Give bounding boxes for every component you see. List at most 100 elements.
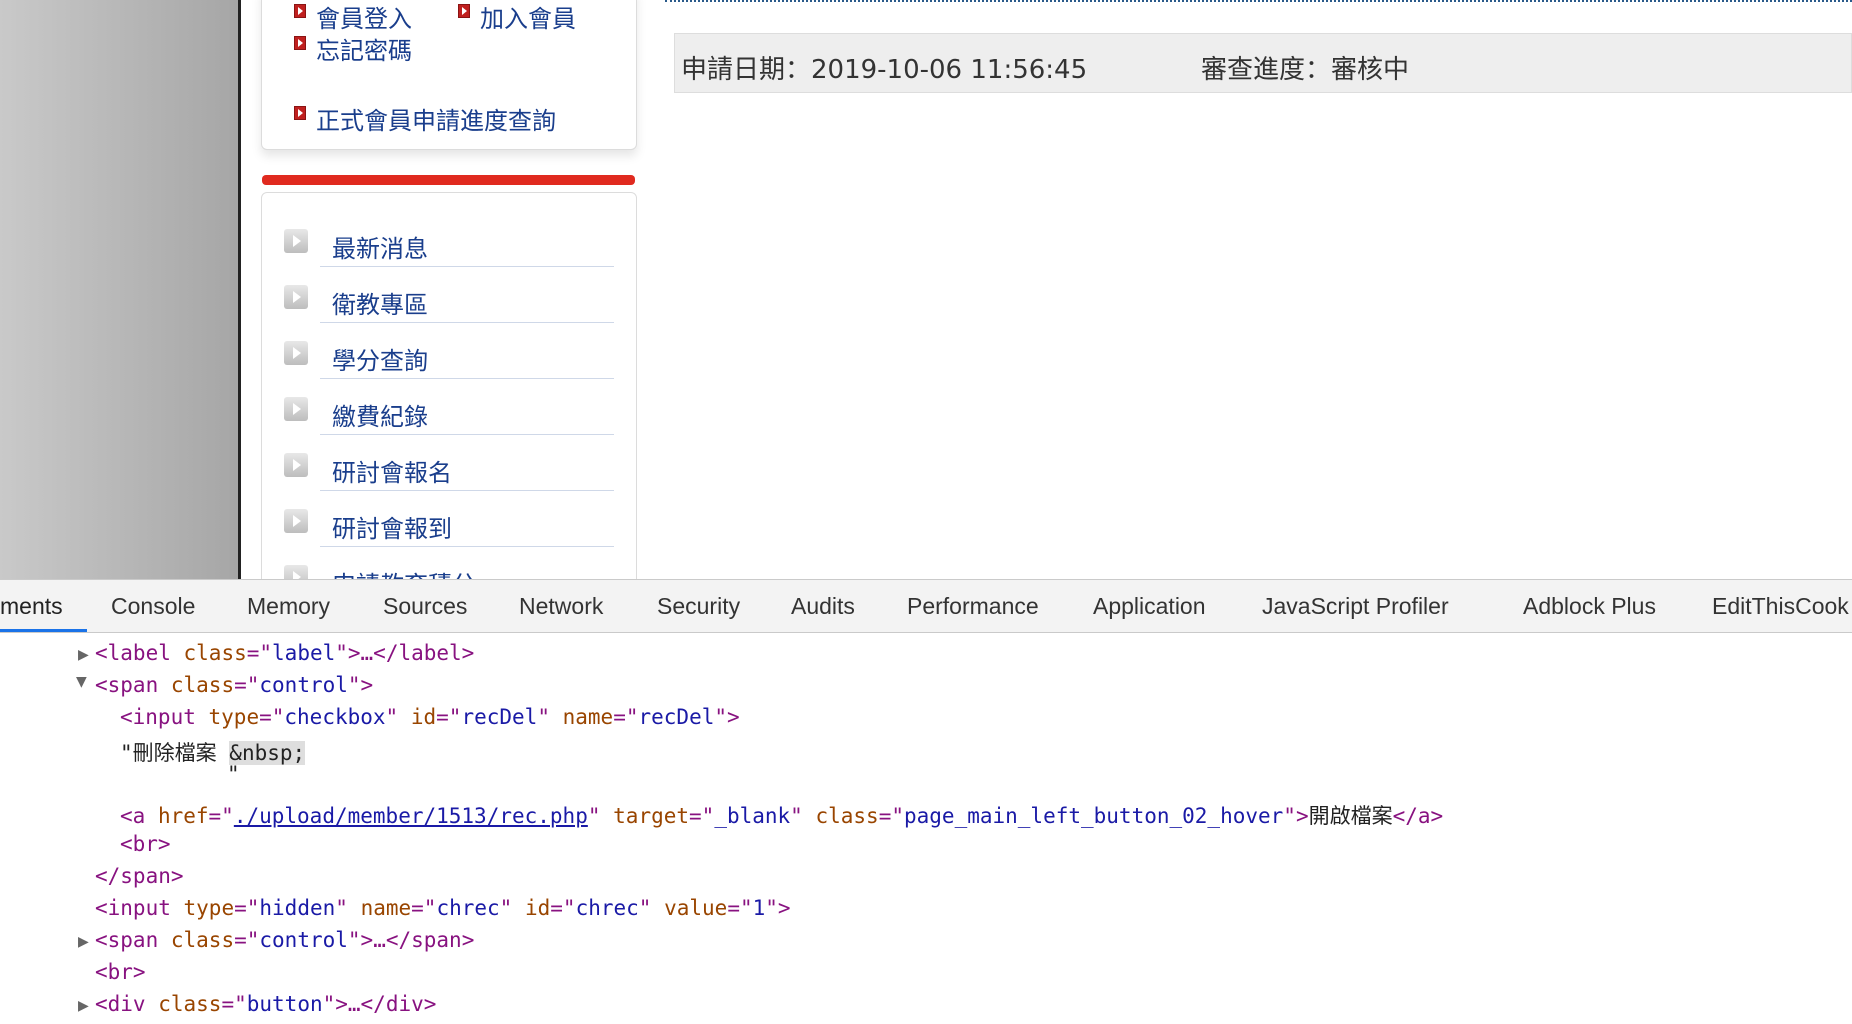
tag-open: <label xyxy=(95,641,171,665)
attr-eq: =" xyxy=(550,896,576,920)
menu-item-seminar-registration[interactable]: 研討會報名 xyxy=(284,447,614,491)
tab-adblock-plus[interactable]: Adblock Plus xyxy=(1523,593,1656,620)
attr-eq: =" xyxy=(208,804,234,828)
arrow-icon xyxy=(284,229,308,253)
attr-eq: =" xyxy=(221,992,247,1016)
attr-eq: =" xyxy=(234,928,260,952)
attr-name: class xyxy=(183,641,247,665)
expand-triangle-icon[interactable]: ▶ xyxy=(78,647,89,663)
divider xyxy=(320,266,614,267)
menu-item-label: 研討會報名 xyxy=(332,459,452,487)
arrow-icon xyxy=(284,509,308,533)
dotted-divider xyxy=(665,0,1852,5)
dom-line-span-control[interactable]: <span class="control"> xyxy=(95,673,373,697)
tag-br: <br> xyxy=(120,832,171,856)
dom-line-text-node[interactable]: "刪除檔案 &nbsp; xyxy=(120,737,306,767)
attr-name: class xyxy=(170,928,235,952)
collapse-triangle-icon[interactable]: ▼ xyxy=(76,674,87,690)
attr-name: target xyxy=(613,804,690,828)
dom-line-anchor[interactable]: <a href="./upload/member/1513/rec.php" t… xyxy=(120,800,1443,830)
attr-value: _blank xyxy=(714,804,791,828)
red-divider xyxy=(262,175,635,185)
nbsp-entity: &nbsp; xyxy=(229,741,306,765)
tab-application[interactable]: Application xyxy=(1093,593,1206,620)
attr-value: control xyxy=(259,673,348,697)
attr-value: recDel xyxy=(638,705,715,729)
tab-sources[interactable]: Sources xyxy=(383,593,467,620)
review-progress: 審查進度：審核中 xyxy=(1201,55,1410,85)
menu-item-label: 繳費紀錄 xyxy=(332,403,428,431)
application-status-bar: 申請日期：2019-10-06 11:56:45 審查進度：審核中 xyxy=(674,33,1852,93)
dom-line-div-button[interactable]: <div class="button">…</div> xyxy=(95,992,436,1016)
dom-line-br[interactable]: <br> xyxy=(120,832,171,856)
anchor-text: 開啟檔案 xyxy=(1308,804,1393,828)
left-gutter xyxy=(0,0,241,579)
divider xyxy=(320,490,614,491)
join-member-link[interactable]: 加入會員 xyxy=(458,0,576,34)
dom-line-label[interactable]: <label class="label">…</label> xyxy=(95,641,474,665)
join-member-label: 加入會員 xyxy=(480,5,576,33)
screen: 會員登入 加入會員 忘記密碼 正式會員申請進度查詢 最新消息 衛教專區 學分查詢… xyxy=(0,0,1852,1024)
apply-date: 申請日期：2019-10-06 11:56:45 xyxy=(681,55,1088,85)
attr-quote: " xyxy=(638,896,652,920)
attr-value: hidden xyxy=(259,896,336,920)
forgot-password-label: 忘記密碼 xyxy=(316,37,412,65)
text-node: "刪除檔案 xyxy=(120,741,230,765)
tab-performance[interactable]: Performance xyxy=(907,593,1039,620)
attr-eq: =" xyxy=(727,896,753,920)
tag-close: ">…</span> xyxy=(347,928,475,952)
dom-line-input-hidden[interactable]: <input type="hidden" name="chrec" id="ch… xyxy=(95,896,791,920)
attr-value: recDel xyxy=(461,705,538,729)
attr-name: id xyxy=(524,896,551,920)
dom-line-text-quote: " xyxy=(227,762,240,786)
menu-item-seminar-checkin[interactable]: 研討會報到 xyxy=(284,503,614,547)
tag-close: "> xyxy=(765,896,791,920)
tab-elements[interactable]: ments xyxy=(0,593,63,620)
attr-quote: " xyxy=(537,705,550,729)
tag-end: </span> xyxy=(95,864,184,888)
tab-audits[interactable]: Audits xyxy=(791,593,855,620)
active-tab-indicator xyxy=(0,629,87,632)
tag-open: <span xyxy=(95,673,159,697)
tag-open: <span xyxy=(95,928,159,952)
menu-item-payment-records[interactable]: 繳費紀錄 xyxy=(284,391,614,435)
tag-close: "> xyxy=(1283,804,1309,828)
attr-eq: =" xyxy=(234,896,260,920)
arrow-icon xyxy=(284,397,308,421)
member-login-label: 會員登入 xyxy=(316,5,412,33)
attr-name: type xyxy=(208,705,260,729)
expand-triangle-icon[interactable]: ▶ xyxy=(78,998,89,1014)
menu-item-health-education[interactable]: 衛教專區 xyxy=(284,279,614,323)
tab-editthiscookie[interactable]: EditThisCook xyxy=(1712,593,1849,620)
attr-eq: =" xyxy=(878,804,904,828)
dom-line-span-end[interactable]: </span> xyxy=(95,864,184,888)
dom-line-br-2[interactable]: <br> xyxy=(95,960,146,984)
forgot-password-link[interactable]: 忘記密碼 xyxy=(294,31,412,66)
dom-line-span-control-collapsed[interactable]: <span class="control">…</span> xyxy=(95,928,474,952)
tab-memory[interactable]: Memory xyxy=(247,593,330,620)
tab-javascript-profiler[interactable]: JavaScript Profiler xyxy=(1262,593,1449,620)
menu-item-news[interactable]: 最新消息 xyxy=(284,223,614,267)
bullet-icon xyxy=(458,3,470,18)
tab-network[interactable]: Network xyxy=(519,593,603,620)
devtools-panel: ments Console Memory Sources Network Sec… xyxy=(0,579,1852,1024)
menu-item-label: 最新消息 xyxy=(332,235,428,263)
arrow-icon xyxy=(284,453,308,477)
bullet-icon xyxy=(294,105,306,120)
menu-item-education-credits[interactable]: 申請教育積分 xyxy=(284,559,614,579)
attr-name: class xyxy=(815,804,879,828)
tab-security[interactable]: Security xyxy=(657,593,740,620)
attr-eq: =" xyxy=(259,705,285,729)
href-link[interactable]: ./upload/member/1513/rec.php xyxy=(234,804,588,828)
member-login-link[interactable]: 會員登入 xyxy=(294,0,412,34)
expand-triangle-icon[interactable]: ▶ xyxy=(78,934,89,950)
attr-name: href xyxy=(157,804,209,828)
attr-eq: =" xyxy=(234,673,260,697)
divider xyxy=(320,434,614,435)
application-status-link[interactable]: 正式會員申請進度查詢 xyxy=(294,101,556,136)
tab-console[interactable]: Console xyxy=(111,593,195,620)
login-box: 會員登入 加入會員 忘記密碼 正式會員申請進度查詢 xyxy=(261,0,637,150)
dom-line-input-checkbox[interactable]: <input type="checkbox" id="recDel" name=… xyxy=(120,705,740,729)
menu-item-credit-query[interactable]: 學分查詢 xyxy=(284,335,614,379)
attr-name: id xyxy=(410,705,437,729)
